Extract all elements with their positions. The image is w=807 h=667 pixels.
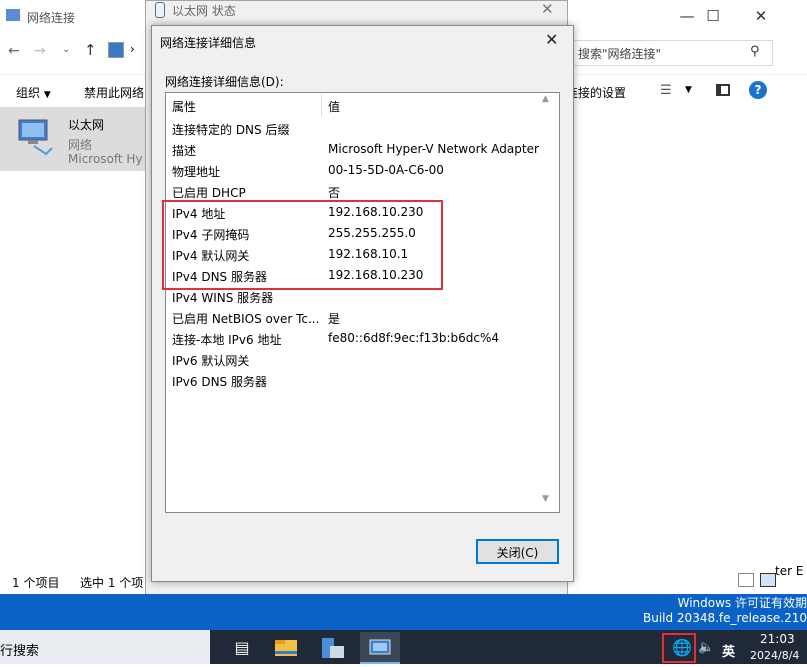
detail-row-property[interactable]: IPv6 默认网关 [172, 352, 249, 369]
dialog-title: 网络连接详细信息 [160, 36, 257, 50]
close-dialog-button[interactable]: 关闭(C) [476, 539, 559, 564]
license-watermark: Windows 许可证有效期 [677, 596, 807, 610]
breadcrumb-chevron-icon[interactable]: › [130, 42, 135, 56]
adapter-status: 网络 [68, 138, 93, 152]
back-icon[interactable]: ← [8, 43, 20, 59]
dialog-close-icon[interactable]: ✕ [545, 30, 558, 49]
view-dropdown-icon[interactable]: ▼ [685, 85, 692, 95]
detail-row-property[interactable]: 连接特定的 DNS 后缀 [172, 121, 289, 138]
explorer-title: 网络连接 [27, 11, 76, 25]
detail-row-value[interactable]: 否 [328, 184, 340, 201]
detail-row-value[interactable]: fe80::6d8f:9ec:f13b:b6dc%4 [328, 331, 499, 345]
adapter-name: 以太网 [68, 118, 105, 132]
maximize-button[interactable]: ☐ [690, 0, 736, 33]
up-icon[interactable]: ↑ [84, 41, 97, 59]
build-watermark: Build 20348.fe_release.210 [642, 611, 807, 625]
detail-row-property[interactable]: 物理地址 [172, 163, 220, 180]
detail-row-value[interactable]: 是 [328, 310, 340, 327]
organize-label: 组织 [16, 86, 41, 100]
change-settings-button[interactable]: 连接的设置 [566, 84, 626, 101]
scroll-up-icon[interactable]: ▲ [542, 94, 549, 104]
volume-muted-icon[interactable]: 🔈 [698, 640, 714, 655]
detail-row-property[interactable]: 已启用 NetBIOS over Tc... [172, 310, 319, 327]
status-close-icon[interactable]: ✕ [541, 0, 554, 18]
file-explorer-taskbar-icon[interactable] [266, 632, 306, 664]
detail-row-property[interactable]: IPv6 DNS 服务器 [172, 373, 267, 390]
chevron-down-icon[interactable]: ⌄ [62, 44, 70, 55]
column-header-value[interactable]: 值 [328, 98, 340, 115]
ipv4-highlight-box [162, 200, 443, 290]
organize-menu[interactable]: 组织 ▼ [16, 84, 51, 101]
right-edge-text: ter E [775, 564, 804, 578]
ime-indicator[interactable]: 英 [722, 641, 735, 660]
ethernet-adapter-icon [16, 118, 56, 158]
detail-row-property[interactable]: IPv4 WINS 服务器 [172, 289, 273, 306]
taskbar-search[interactable]: 行搜索 [0, 640, 39, 659]
item-count: 1 个项目 [12, 576, 60, 590]
search-placeholder: 搜索"网络连接" [578, 47, 662, 61]
clock-time[interactable]: 21:03 [760, 632, 795, 646]
server-manager-taskbar-icon[interactable] [312, 632, 352, 664]
detail-row-value[interactable]: 00-15-5D-0A-C6-00 [328, 163, 444, 177]
status-window-title: 以太网 状态 [172, 4, 236, 18]
details-view-icon[interactable] [738, 573, 754, 587]
detail-row-property[interactable]: 已启用 DHCP [172, 184, 246, 201]
listview-scrollbar[interactable]: ▲ ▼ [537, 94, 557, 509]
column-divider[interactable] [321, 94, 322, 116]
close-window-button[interactable]: ✕ [738, 0, 784, 33]
view-options-icon[interactable]: ☰ [660, 83, 672, 98]
network-location-icon [108, 42, 124, 58]
forward-icon[interactable]: → [34, 43, 46, 59]
scroll-down-icon[interactable]: ▼ [542, 494, 549, 504]
clock-date[interactable]: 2024/8/4 [750, 649, 799, 662]
search-input[interactable]: 搜索"网络连接" ⚲ [571, 40, 773, 66]
preview-pane-icon[interactable] [716, 84, 730, 96]
large-icons-view-icon[interactable] [760, 573, 776, 587]
detail-row-property[interactable]: 连接-本地 IPv6 地址 [172, 331, 281, 348]
ethernet-status-icon [155, 2, 165, 18]
selected-count: 选中 1 个项目 [80, 576, 156, 590]
disable-device-button[interactable]: 禁用此网络 [84, 84, 144, 101]
adapter-device: Microsoft Hy [68, 152, 143, 166]
organize-dropdown-icon: ▼ [43, 90, 51, 100]
column-header-property[interactable]: 属性 [172, 98, 196, 115]
details-label: 网络连接详细信息(D): [165, 75, 284, 89]
task-view-icon[interactable]: ▤ [222, 632, 262, 664]
detail-row-property[interactable]: 描述 [172, 142, 196, 159]
help-icon[interactable]: ? [749, 81, 767, 99]
network-folder-icon [6, 9, 20, 21]
search-icon: ⚲ [750, 44, 760, 59]
detail-row-value[interactable]: Microsoft Hyper-V Network Adapter [328, 142, 539, 156]
tray-highlight-box [662, 633, 696, 663]
network-connections-taskbar-icon[interactable] [360, 632, 400, 664]
